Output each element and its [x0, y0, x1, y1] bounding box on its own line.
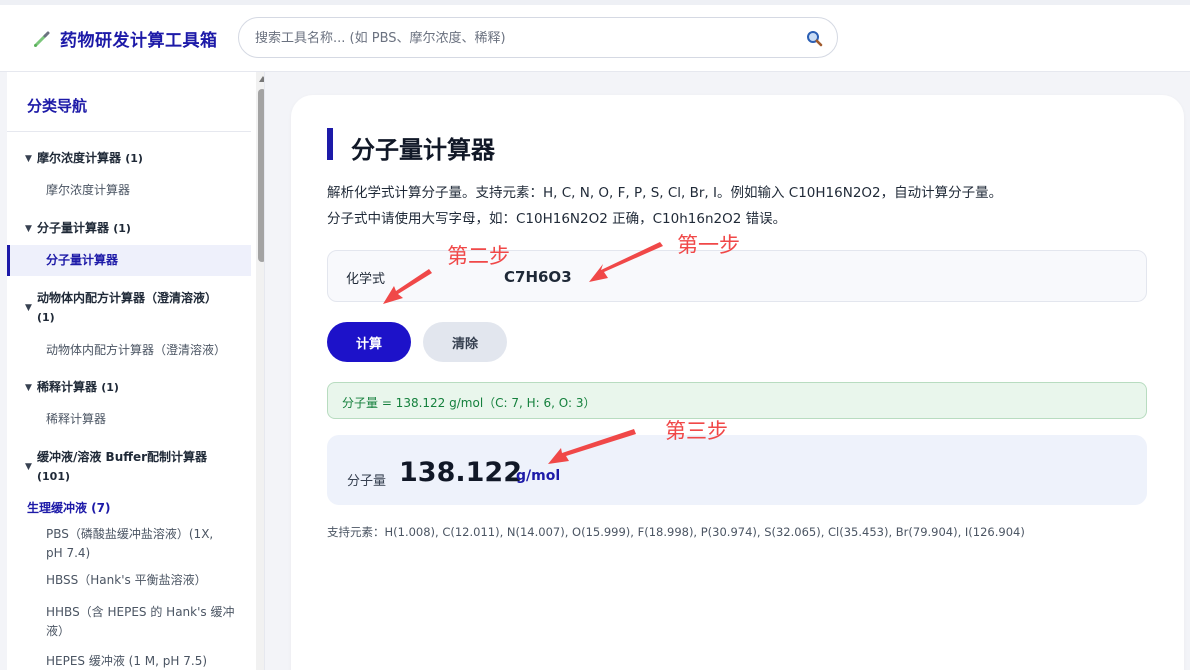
annotation-step-3: 第三步	[665, 419, 728, 443]
caret-down-icon: ▼	[25, 224, 32, 234]
page-title: 分子量计算器	[351, 136, 495, 164]
sidebar-item-hbss[interactable]: HBSS（Hank's 平衡盐溶液）	[46, 571, 236, 590]
category-count: (1)	[125, 152, 143, 165]
result-unit: g/mol	[516, 468, 561, 484]
caret-down-icon: ▼	[25, 154, 32, 164]
sidebar-item-hhbs[interactable]: HHBS（含 HEPES 的 Hank's 缓冲液）	[46, 603, 236, 641]
sidebar-item-hepes[interactable]: HEPES 缓冲液 (1 M, pH 7.5)	[46, 652, 236, 670]
search-icon[interactable]	[806, 30, 823, 47]
sidebar-subcategory-physiological-buffers[interactable]: 生理缓冲液 (7)	[27, 499, 111, 516]
title-accent-bar	[327, 128, 333, 160]
calculate-button[interactable]: 计算	[327, 322, 411, 362]
sidebar-category-molarity[interactable]: ▼ 摩尔浓度计算器 (1)	[25, 149, 225, 169]
sidebar-category-buffer[interactable]: ▼ 缓冲液/溶液 Buffer配制计算器 (101)	[25, 448, 225, 486]
success-message: 分子量 = 138.122 g/mol（C: 7, H: 6, O: 3）	[327, 382, 1147, 419]
sidebar-item-molarity-calculator[interactable]: 摩尔浓度计算器	[46, 181, 236, 200]
category-label: 分子量计算器	[37, 221, 110, 235]
app-title: 药物研发计算工具箱	[60, 31, 218, 51]
sidebar-category-dilution[interactable]: ▼ 稀释计算器 (1)	[25, 378, 225, 398]
sidebar-item-dilution-calculator[interactable]: 稀释计算器	[46, 410, 236, 429]
sidebar-item-pbs[interactable]: PBS（磷酸盐缓冲盐溶液）(1X, pH 7.4)	[46, 525, 226, 563]
scrollbar-thumb[interactable]	[258, 89, 264, 262]
search-box[interactable]	[238, 17, 838, 58]
sidebar-divider	[7, 131, 251, 132]
formula-label: 化学式	[346, 272, 386, 287]
category-count: (1)	[37, 311, 55, 324]
sidebar-category-animal-formulation[interactable]: ▼ 动物体内配方计算器（澄清溶液） (1)	[25, 289, 225, 327]
app-header: 药物研发计算工具箱	[0, 0, 1190, 72]
result-value: 138.122	[399, 457, 522, 488]
annotation-step-1: 第一步	[677, 233, 740, 257]
category-count: (1)	[101, 381, 119, 394]
category-label: 动物体内配方计算器（澄清溶液）	[37, 291, 218, 305]
calculator-card: 分子量计算器 解析化学式计算分子量。支持元素：H, C, N, O, F, P,…	[291, 95, 1184, 670]
category-label: 稀释计算器	[37, 380, 98, 394]
brand[interactable]: 药物研发计算工具箱	[32, 26, 218, 51]
annotation-step-2: 第二步	[447, 244, 510, 268]
category-count: (101)	[37, 470, 71, 483]
caret-down-icon: ▼	[25, 303, 32, 313]
formula-input[interactable]	[504, 264, 804, 290]
scroll-up-arrow-icon[interactable]	[259, 76, 264, 82]
pipette-icon	[34, 31, 50, 47]
description-line-1: 解析化学式计算分子量。支持元素：H, C, N, O, F, P, S, Cl,…	[327, 185, 1003, 201]
result-label: 分子量	[347, 474, 387, 489]
category-count: (1)	[113, 222, 131, 235]
search-input[interactable]	[255, 27, 795, 49]
category-label: 摩尔浓度计算器	[37, 151, 122, 165]
sidebar-scrollbar[interactable]	[256, 72, 264, 670]
result-panel: 分子量 138.122 g/mol	[327, 435, 1147, 505]
sidebar: 分类导航 ▼ 摩尔浓度计算器 (1) 摩尔浓度计算器 ▼ 分子量计算器 (1) 分子…	[7, 72, 265, 670]
caret-down-icon: ▼	[25, 462, 32, 472]
category-label: 缓冲液/溶液 Buffer配制计算器	[37, 450, 208, 464]
supported-elements-note: 支持元素：H(1.008), C(12.011), N(14.007), O(1…	[327, 525, 1025, 539]
top-strip	[0, 0, 1190, 5]
sidebar-item-molecular-weight-calculator[interactable]: 分子量计算器	[7, 245, 251, 276]
description-line-2: 分子式中请使用大写字母，如：C10H16N2O2 正确，C10h16n2O2 错…	[327, 211, 787, 227]
success-message-text: 分子量 = 138.122 g/mol（C: 7, H: 6, O: 3）	[342, 396, 596, 410]
caret-down-icon: ▼	[25, 383, 32, 393]
sidebar-item-animal-formulation-calculator[interactable]: 动物体内配方计算器（澄清溶液）	[46, 341, 236, 360]
sidebar-category-molecular-weight[interactable]: ▼ 分子量计算器 (1)	[25, 219, 225, 239]
sidebar-heading: 分类导航	[27, 97, 88, 115]
clear-button[interactable]: 清除	[423, 322, 507, 362]
